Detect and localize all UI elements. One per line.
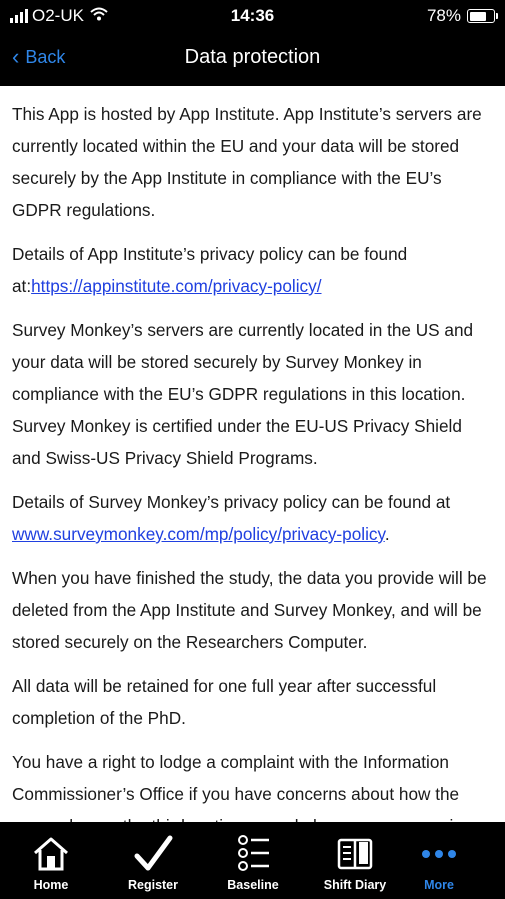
paragraph-complaint: You have a right to lodge a complaint wi…: [12, 752, 473, 822]
page-title: Data protection: [184, 46, 321, 68]
tab-label-home: Home: [33, 878, 69, 892]
list-icon: [233, 834, 273, 874]
battery-icon: [467, 9, 498, 23]
tab-label-more: More: [424, 878, 454, 892]
paragraph-retention: All data will be retained for one full y…: [12, 676, 437, 728]
tab-more[interactable]: More: [394, 822, 484, 899]
tab-home[interactable]: Home: [6, 822, 96, 899]
battery-group: 78%: [426, 6, 498, 26]
content-scroll-area[interactable]: This App is hosted by App Institute. App…: [0, 86, 505, 822]
paragraph-survey-monkey: Survey Monkey’s servers are currently lo…: [12, 320, 474, 468]
tab-label-shift-diary: Shift Diary: [323, 878, 387, 892]
tab-bar: Home Register Baseline Shift Diary More: [0, 822, 505, 899]
more-dots-icon: [419, 834, 459, 874]
checkmark-icon: [133, 834, 173, 874]
tab-shift-diary[interactable]: Shift Diary: [310, 822, 400, 899]
status-bar: O2-UK 14:36 78%: [0, 0, 505, 32]
paragraph-deletion: When you have finished the study, the da…: [12, 568, 487, 652]
paragraph-survey-monkey-policy: Details of Survey Monkey’s privacy polic…: [12, 492, 451, 544]
paragraph-hosting: This App is hosted by App Institute. App…: [12, 104, 482, 220]
battery-percent: 78%: [426, 6, 461, 25]
book-icon: [335, 834, 375, 874]
tab-baseline[interactable]: Baseline: [208, 822, 298, 899]
tab-label-baseline: Baseline: [227, 878, 279, 892]
tab-register[interactable]: Register: [108, 822, 198, 899]
app-institute-policy-link[interactable]: https://appinstitute.com/privacy-policy/: [31, 276, 321, 296]
home-icon: [31, 834, 71, 874]
survey-monkey-policy-link[interactable]: www.surveymonkey.com/mp/policy/privacy-p…: [12, 524, 385, 544]
navigation-bar: ‹ Back Data protection: [0, 32, 505, 86]
paragraph-app-institute-policy: Details of App Institute’s privacy polic…: [12, 244, 408, 296]
tab-label-register: Register: [127, 878, 179, 892]
